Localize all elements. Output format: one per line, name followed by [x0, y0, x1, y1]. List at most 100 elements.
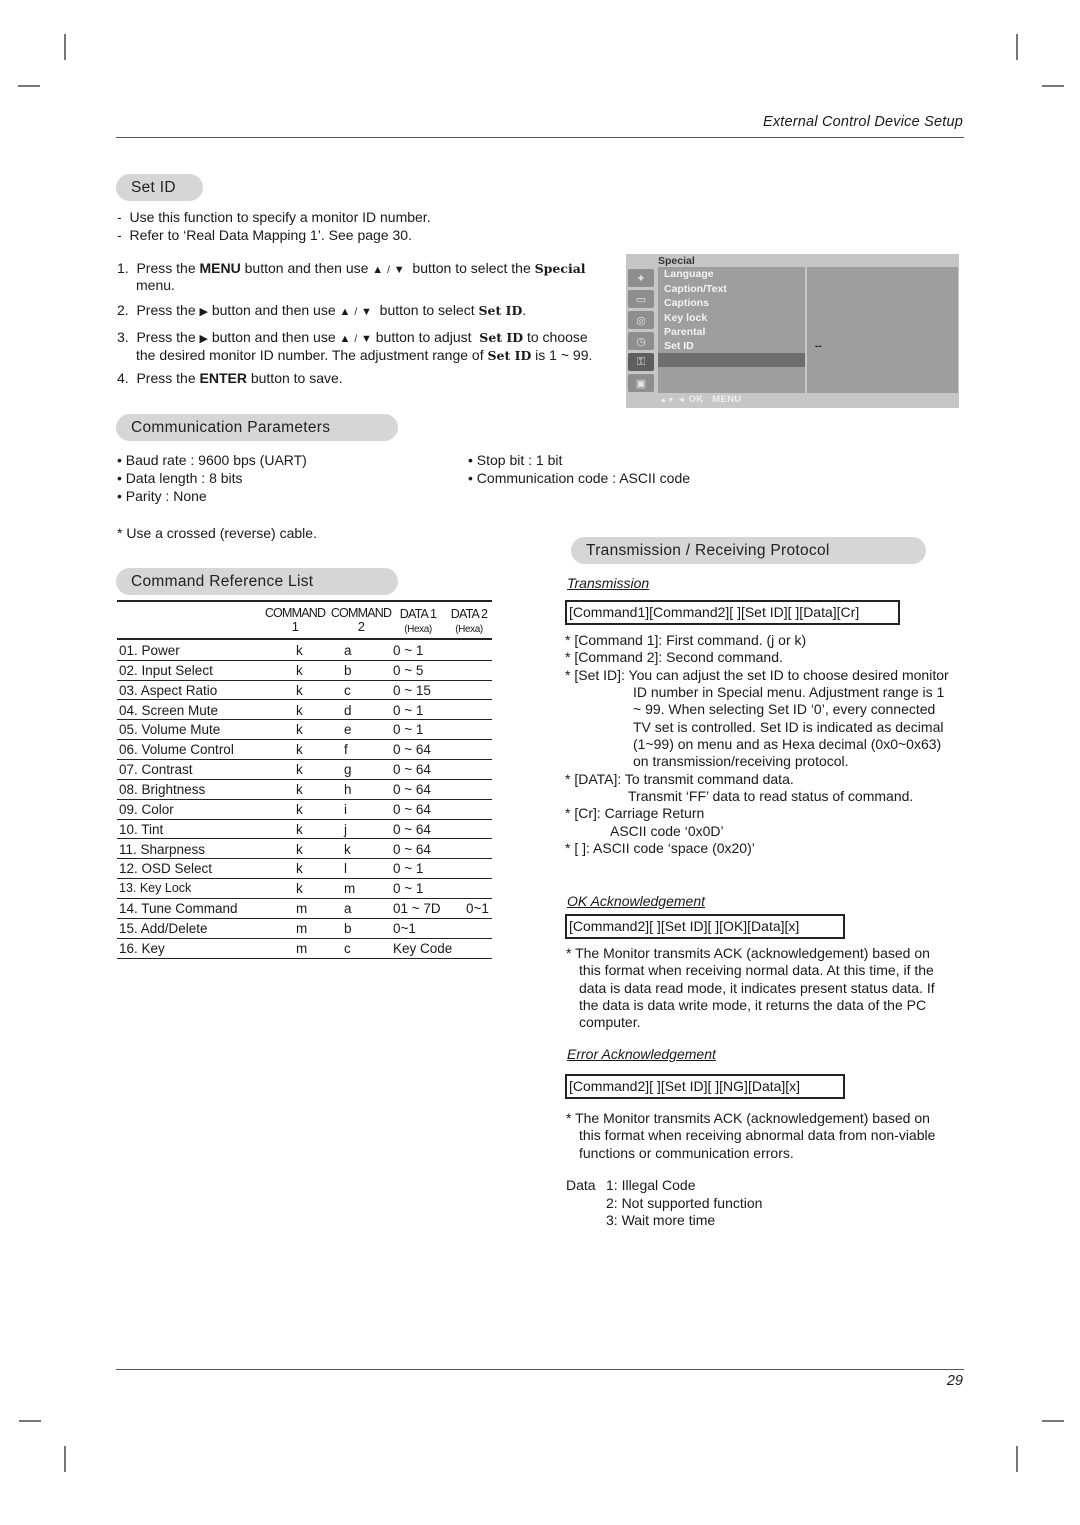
row-command-1: k [296, 801, 303, 817]
transmission-note: TV set is controlled. Set ID is indicate… [633, 719, 944, 735]
right-arrow-icon: ▶ [199, 333, 208, 345]
running-header-title: External Control Device Setup [762, 114, 963, 130]
row-data-1: 0 ~ 64 [393, 781, 431, 797]
osd-menu-item: Key lock [664, 312, 708, 324]
row-data-1: 0 ~ 1 [393, 861, 424, 877]
down-arrow-icon: ▼ [393, 264, 405, 276]
row-command-2: b [344, 920, 352, 936]
row-name: 13. Key Lock [119, 881, 192, 896]
row-data-1: 0 ~ 64 [393, 841, 431, 857]
comm-param: • Parity : None [117, 488, 207, 504]
osd-ok-label: OK [688, 394, 704, 405]
row-command-1: k [296, 841, 303, 857]
error-ack-note: functions or communication errors. [579, 1145, 794, 1161]
row-command-1: k [296, 821, 303, 837]
crop-mark [19, 1420, 41, 1422]
table-row: 06. Volume Control k f 0 ~ 64 [117, 739, 492, 761]
row-name: 16. Key [119, 940, 165, 956]
osd-set-id-value: -- [815, 341, 822, 352]
row-name: 04. Screen Mute [119, 702, 219, 718]
transmission-note: Transmit ‘FF’ data to read status of com… [628, 788, 914, 804]
error-ack-format-box: [Command2][ ][Set ID][ ][NG][Data][x] [565, 1074, 845, 1099]
error-code: 2: Not supported function [606, 1195, 763, 1211]
up-arrow-icon: ▲ [372, 264, 384, 276]
transmission-heading: Transmission [567, 575, 650, 591]
row-command-1: m [296, 920, 308, 936]
row-command-1: k [296, 702, 303, 718]
crop-mark [1042, 1420, 1064, 1422]
crop-mark [64, 1446, 66, 1472]
row-command-2: g [344, 762, 352, 778]
transmission-note: * [DATA]: To transmit command data. [565, 771, 794, 787]
row-command-2: h [344, 781, 352, 797]
row-command-1: k [296, 742, 303, 758]
row-command-1: k [296, 662, 303, 678]
row-command-1: k [296, 861, 303, 877]
table-row: 12. OSD Select k l 0 ~ 1 [117, 858, 492, 880]
up-arrow-icon: ▲ [339, 333, 351, 345]
row-data-1: 0 ~ 15 [393, 682, 431, 698]
transmission-note: * [Command 2]: Second command. [565, 649, 783, 665]
ok-ack-format-box: [Command2][ ][Set ID][ ][OK][Data][x] [565, 914, 845, 939]
set-id-step-4: 4. Press the ENTER button to save. [117, 370, 343, 386]
set-id-step-2: 2. Press the ▶ button and then use ▲ / ▼… [117, 302, 527, 318]
osd-menu-item: Caption/Text [664, 283, 727, 295]
section-title-comm-params: Communication Parameters [116, 414, 398, 441]
section-title-protocol: Transmission / Receiving Protocol [571, 537, 926, 564]
row-command-2: l [344, 861, 347, 877]
row-command-1: k [296, 781, 303, 797]
row-name: 06. Volume Control [119, 742, 234, 758]
row-name: 15. Add/Delete [119, 920, 208, 936]
row-data-1: 0 ~ 64 [393, 801, 431, 817]
header-data-2: DATA 2 (Hexa) [450, 607, 488, 635]
row-command-2: m [344, 881, 356, 897]
row-name: 01. Power [119, 643, 180, 658]
table-row: 14. Tune Command m a 01 ~ 7D 0~1 [117, 898, 492, 919]
crop-mark [1016, 1446, 1018, 1472]
row-command-2: f [344, 742, 348, 758]
table-row: 15. Add/Delete m b 0~1 [117, 918, 492, 939]
crop-mark [18, 85, 40, 87]
osd-menu-item: Captions [664, 297, 709, 309]
picture-icon: ▭ [628, 290, 654, 308]
row-command-1: k [296, 722, 303, 738]
special-key-icon: ⚿ [628, 353, 654, 371]
comm-param: • Communication code : ASCII code [468, 470, 691, 486]
table-row: 04. Screen Mute k d 0 ~ 1 [117, 700, 492, 721]
table-row: 09. Color k i 0 ~ 64 [117, 799, 492, 820]
transmission-note: * [Cr]: Carriage Return [565, 805, 705, 821]
table-row: 01. Power k a 0 ~ 1 [117, 640, 492, 661]
header-command-1: COMMAND 1 [264, 606, 326, 634]
osd-menu-title: Special [658, 255, 695, 267]
error-code: 1: Illegal Code [606, 1177, 696, 1193]
ok-ack-heading: OK Acknowledgement [567, 893, 705, 909]
ok-ack-note: this format when receiving normal data. … [579, 962, 934, 978]
table-row: 10. Tint k j 0 ~ 64 [117, 819, 492, 840]
section-title-command-ref: Command Reference List [116, 568, 398, 595]
row-command-2: e [344, 722, 352, 738]
table-top-rule [117, 600, 492, 602]
table-row: 05. Volume Mute k e 0 ~ 1 [117, 719, 492, 741]
row-command-2: a [344, 643, 352, 658]
ok-ack-note: computer. [579, 1014, 641, 1030]
row-data-1: 0 ~ 64 [393, 762, 431, 778]
row-command-2: i [344, 801, 347, 817]
error-data-label: Data [566, 1177, 596, 1193]
pc-screen-icon: ▣ [628, 374, 654, 392]
set-id-step-3: 3. Press the ▶ button and then use ▲ / ▼… [117, 329, 588, 345]
error-ack-note: this format when receiving abnormal data… [579, 1127, 936, 1143]
row-name: 09. Color [119, 801, 174, 817]
ok-ack-note: data is data read mode, it indicates pre… [579, 980, 935, 996]
osd-menu-list: Language Caption/Text Captions Key lock … [658, 267, 805, 393]
row-command-2: b [344, 662, 352, 678]
comm-param: • Data length : 8 bits [117, 470, 243, 486]
error-code: 3: Wait more time [606, 1212, 716, 1228]
cable-note: * Use a crossed (reverse) cable. [117, 525, 317, 541]
crop-mark [1016, 34, 1018, 60]
row-data-1: 0 ~ 1 [393, 881, 424, 897]
crop-mark [1042, 85, 1064, 87]
row-name: 11. Sharpness [119, 841, 206, 857]
row-command-2: k [344, 841, 351, 857]
transmission-format-box: [Command1][Command2][ ][Set ID][ ][Data]… [565, 600, 900, 625]
left-arrow-icon: ◄ [677, 395, 686, 404]
